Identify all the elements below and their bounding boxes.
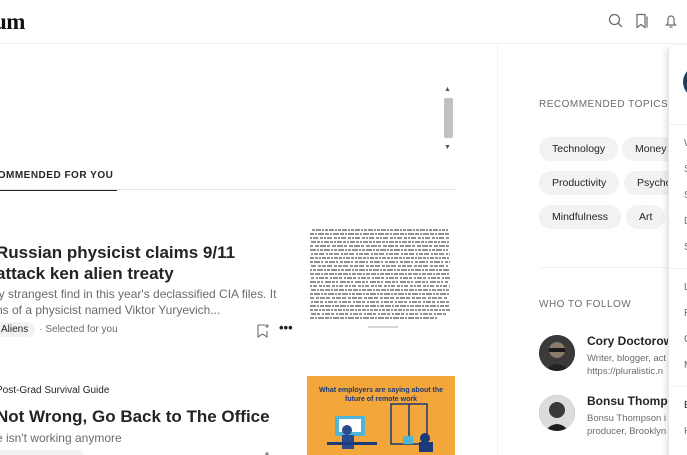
top-bar: um: [0, 0, 687, 44]
person-name[interactable]: Cory Doctorow: [587, 334, 673, 348]
article-title[interactable]: Russian physicist claims 9/11 attack ken…: [0, 242, 281, 284]
tab-recommended[interactable]: COMMENDED FOR YOU: [0, 170, 118, 191]
bookmark-add-icon[interactable]: [256, 451, 270, 455]
sidebar-divider: [539, 267, 687, 268]
site-logo[interactable]: um: [0, 9, 25, 35]
feed-tabs: COMMENDED FOR YOU: [0, 160, 456, 191]
topic-chip-mindfulness[interactable]: Mindfulness: [539, 205, 622, 229]
remote-work-illustration: [327, 403, 433, 452]
follow-suggestion[interactable]: Cory Doctorow Writer, blogger, act https…: [539, 334, 687, 381]
search-icon[interactable]: [607, 12, 625, 30]
scroll-up-arrow-icon[interactable]: ▲: [444, 86, 451, 93]
notifications-icon[interactable]: [662, 12, 680, 30]
follow-suggestion[interactable]: Bonsu Thomps Bonsu Thompson i producer, …: [539, 394, 687, 441]
avatar-photo: [539, 335, 575, 371]
person-name[interactable]: Bonsu Thomps: [587, 394, 674, 408]
avatar[interactable]: [539, 395, 575, 431]
menu-divider: [669, 124, 687, 125]
bookmarks-icon[interactable]: [633, 12, 651, 30]
article-card[interactable]: Post-Grad Survival Guide Not Wrong, Go B…: [0, 376, 460, 455]
more-options-icon[interactable]: •••: [279, 320, 293, 335]
who-to-follow-heading: WHO TO FOLLOW: [539, 299, 632, 310]
topic-chip-technology[interactable]: Technology: [539, 137, 619, 161]
article-title[interactable]: Not Wrong, Go Back to The Office: [0, 406, 296, 427]
selected-note: · Selected for you: [39, 324, 118, 335]
column-divider: [497, 44, 498, 455]
topic-chip-productivity[interactable]: Productivity: [539, 171, 620, 195]
menu-divider: [669, 386, 687, 387]
embedded-scrollbar[interactable]: ▲ ▼: [442, 86, 454, 152]
avatar[interactable]: [683, 66, 687, 98]
avatar[interactable]: [539, 335, 575, 371]
recommended-topics-heading: RECOMMENDED TOPICS: [539, 99, 669, 110]
scroll-thumb[interactable]: [444, 98, 453, 138]
article-thumbnail[interactable]: What employers are saying about the futu…: [307, 376, 455, 455]
user-menu-dropdown: W S S D S L R C M B H: [668, 46, 687, 455]
topic-chip[interactable]: [0, 450, 84, 455]
topic-chip-art[interactable]: Art: [626, 205, 666, 229]
article-thumbnail[interactable]: [308, 226, 454, 330]
avatar-photo: [539, 395, 575, 431]
topic-chip[interactable]: Aliens: [0, 322, 36, 337]
menu-divider: [669, 268, 687, 269]
article-meta: Aliens · Selected for you: [0, 322, 118, 337]
bookmark-add-icon[interactable]: [256, 323, 270, 339]
article-subtitle: e isn't working anymore: [0, 431, 122, 445]
article-card[interactable]: Russian physicist claims 9/11 attack ken…: [0, 226, 460, 350]
scroll-down-arrow-icon[interactable]: ▼: [444, 144, 451, 151]
article-subtitle: ly strangest find in this year's declass…: [0, 287, 277, 317]
publication-name[interactable]: Post-Grad Survival Guide: [0, 385, 109, 396]
